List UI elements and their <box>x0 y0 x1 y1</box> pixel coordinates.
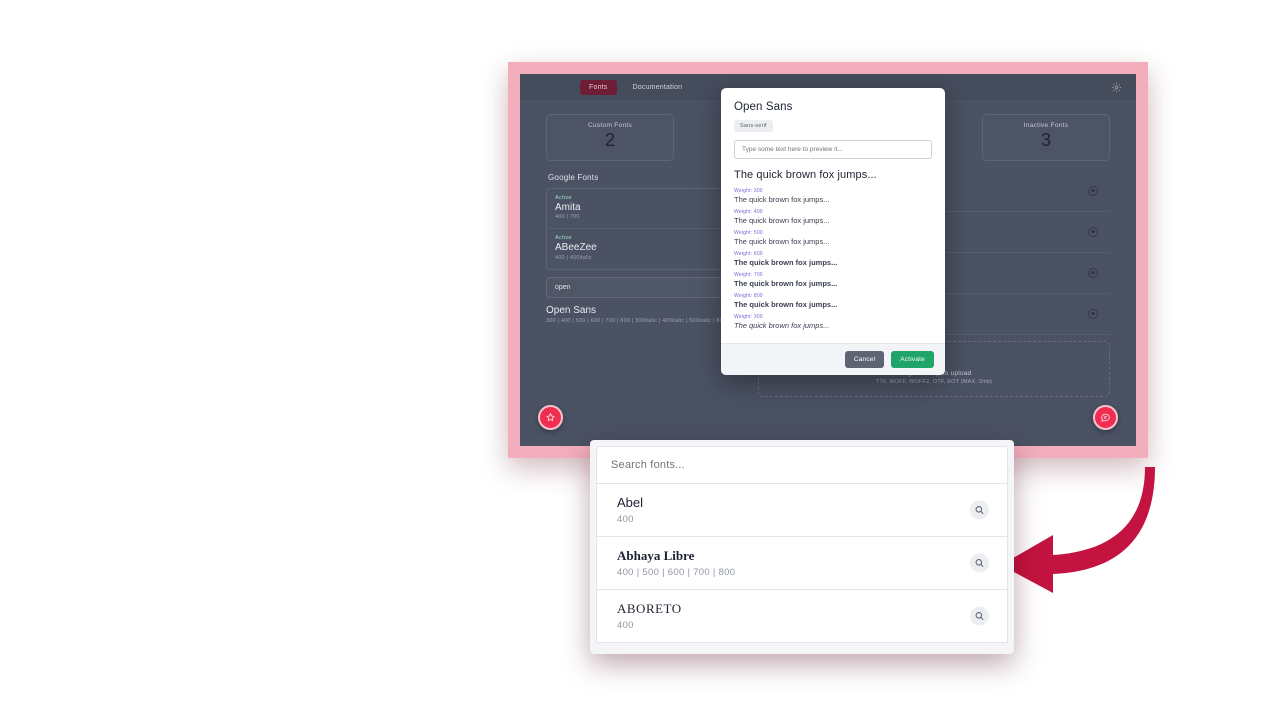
weight-sample-row: Weight: 500 The quick brown fox jumps... <box>734 230 932 246</box>
font-weights: 300 | 400 | 500 | 600 | 700 | 800 | 300i… <box>546 317 739 324</box>
modal-footer: Cancel Activate <box>721 343 945 375</box>
hero-paragraph-1: See a preview of the Google font you wish… <box>80 387 411 438</box>
font-result-weights: 400 <box>617 619 634 631</box>
circle-dot-icon[interactable] <box>1088 226 1098 237</box>
weight-sample-list: Weight: 300 The quick brown fox jumps...… <box>734 188 932 330</box>
font-result-name: ABORETO <box>617 601 682 616</box>
font-preview-modal: Open Sans Sans-serif The quick brown fox… <box>721 88 945 375</box>
weight-sample-row: Weight: 300 The quick brown fox jumps... <box>734 188 932 204</box>
status-badge: Active <box>555 235 572 242</box>
font-result-row[interactable]: Abel 400 <box>596 484 1008 537</box>
stat-value: 2 <box>604 130 615 150</box>
stat-card-custom-fonts: Custom Fonts 2 <box>546 114 674 161</box>
promo-slide: Font Preview See a preview of the Google… <box>0 0 1280 720</box>
gear-icon[interactable] <box>1111 82 1122 93</box>
tab-documentation[interactable]: Documentation <box>633 84 683 91</box>
weight-label: Weight: 500 <box>734 230 763 236</box>
magnifier-icon[interactable] <box>970 606 989 626</box>
font-result-weights: 400 | 500 | 600 | 700 | 800 <box>617 566 736 578</box>
support-chat-fab-button[interactable] <box>1093 405 1118 430</box>
weight-label: Weight: 600 <box>734 251 763 257</box>
weight-sample-row: Weight: 300 The quick brown fox jumps... <box>734 314 932 330</box>
magnifier-icon[interactable] <box>970 500 989 520</box>
weight-sample-text: The quick brown fox jumps... <box>734 279 838 288</box>
weight-sample-text: The quick brown fox jumps... <box>734 237 830 246</box>
google-fonts-search-input[interactable]: open <box>546 277 742 299</box>
modal-title: Open Sans <box>734 101 793 113</box>
font-result-row[interactable]: Abhaya Libre 400 | 500 | 600 | 700 | 800 <box>596 537 1008 590</box>
font-result-name: Abel <box>617 495 644 510</box>
modal-body: Open Sans Sans-serif The quick brown fox… <box>721 88 945 343</box>
weight-sample-row: Weight: 800 The quick brown fox jumps... <box>734 293 932 309</box>
weight-sample-row: Weight: 600 The quick brown fox jumps... <box>734 251 932 267</box>
font-name: Amita <box>555 201 581 213</box>
stat-card-inactive-fonts: Inactive Fonts 3 <box>982 114 1110 161</box>
weight-label: Weight: 300 <box>734 314 763 320</box>
font-category-badge: Sans-serif <box>734 120 773 132</box>
hero-title-bold: Font <box>80 61 191 117</box>
weight-label: Weight: 400 <box>734 209 763 215</box>
circle-dot-icon[interactable] <box>1088 308 1098 319</box>
tab-fonts[interactable]: Fonts <box>580 79 617 95</box>
weight-sample-text: The quick brown fox jumps... <box>734 321 830 330</box>
weight-sample-text: The quick brown fox jumps... <box>734 216 830 225</box>
hero-title-block: Font Preview <box>80 62 550 172</box>
font-result-row[interactable]: ABORETO 400 <box>596 590 1008 643</box>
search-input[interactable] <box>596 446 1008 484</box>
font-name: ABeeZee <box>555 242 597 254</box>
stat-label: Inactive Fonts <box>1023 122 1069 129</box>
weight-sample-text: The quick brown fox jumps... <box>734 195 830 204</box>
font-name: Open Sans <box>546 305 597 317</box>
callout-arrow-icon <box>1001 467 1155 593</box>
hero-paragraph-2: All fonts including custom & adobe are di… <box>80 468 415 548</box>
weight-label: Weight: 300 <box>734 188 763 194</box>
active-fonts-card: Active Amita 400 | 700 Active ABeeZee 40… <box>546 187 742 271</box>
status-badge: Active <box>555 194 572 201</box>
font-result-weights: 400 <box>617 513 634 525</box>
weight-sample-text: The quick brown fox jumps... <box>734 258 838 267</box>
preview-text-input[interactable] <box>734 140 932 159</box>
font-weights: 400 | 700 <box>555 214 580 221</box>
font-entry[interactable]: Active ABeeZee 400 | 400italic <box>547 229 741 269</box>
font-search-panel: Abel 400 Abhaya Libre 400 | 500 | 600 | … <box>590 440 1014 654</box>
weight-sample-row: Weight: 400 The quick brown fox jumps... <box>734 209 932 225</box>
weight-label: Weight: 700 <box>734 272 763 278</box>
section-title-google-fonts: Google Fonts <box>548 172 599 182</box>
weight-label: Weight: 800 <box>734 293 763 299</box>
stat-label: Custom Fonts <box>587 122 633 129</box>
hero-title-light: Preview <box>80 116 260 172</box>
circle-dot-icon[interactable] <box>1088 185 1098 196</box>
weight-sample-text: The quick brown fox jumps... <box>734 300 838 309</box>
hero-paragraph-3: Test the font by typing exact words where… <box>80 578 449 630</box>
google-fonts-search-result[interactable]: Open Sans 300 | 400 | 500 | 600 | 700 | … <box>546 305 742 325</box>
preview-heading: The quick brown fox jumps... <box>734 169 877 181</box>
magnifier-icon[interactable] <box>970 553 989 573</box>
stat-value: 3 <box>1040 130 1051 150</box>
font-weights: 400 | 400italic <box>555 254 592 261</box>
google-fonts-column: Google Fonts Active Amita 400 | 700 Acti… <box>546 171 742 397</box>
weight-sample-row: Weight: 700 The quick brown fox jumps... <box>734 272 932 288</box>
font-entry[interactable]: Active Amita 400 | 700 <box>547 189 741 230</box>
circle-dot-icon[interactable] <box>1088 267 1098 278</box>
font-result-name: Abhaya Libre <box>617 548 695 563</box>
activate-button[interactable]: Activate <box>891 351 934 368</box>
cancel-button[interactable]: Cancel <box>844 351 885 368</box>
favorites-fab-button[interactable] <box>538 405 563 430</box>
upload-formats-text: TTF, WOFF, WOFF2, OTF, EOT (MAX. 2mb) <box>875 378 993 385</box>
hero-body-copy: See a preview of the Google font you wish… <box>80 385 560 632</box>
